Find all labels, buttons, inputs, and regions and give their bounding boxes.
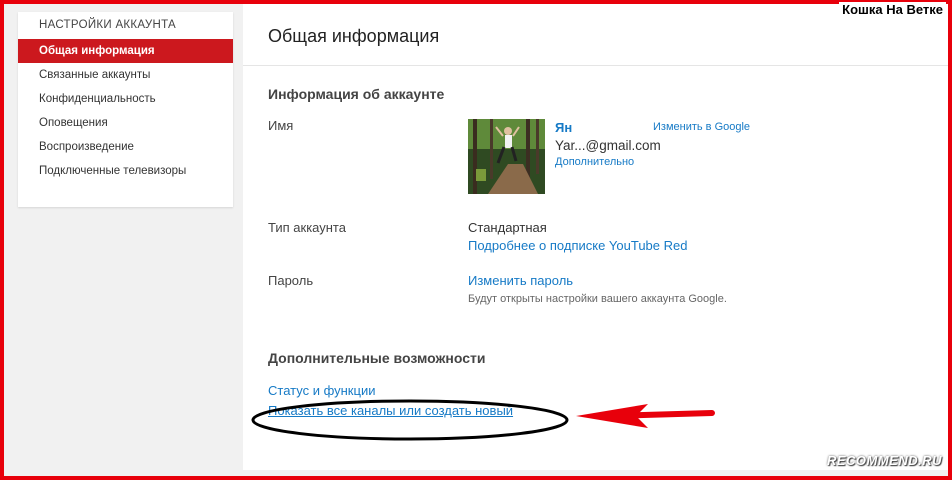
watermark-bottom: RECOMMEND.RU: [826, 453, 942, 468]
main-panel: Общая информация Информация об аккаунте …: [243, 0, 952, 470]
page-title: Общая информация: [268, 26, 440, 46]
sidebar-item-notifications[interactable]: Оповещения: [18, 111, 233, 135]
sidebar-item-general[interactable]: Общая информация: [18, 39, 233, 63]
more-link[interactable]: Дополнительно: [555, 156, 634, 168]
avatar: [468, 119, 545, 194]
channels-link[interactable]: Показать все каналы или создать новый: [268, 403, 513, 418]
sidebar-item-connected-tvs[interactable]: Подключенные телевизоры: [18, 159, 233, 183]
sidebar-item-connected-accounts[interactable]: Связанные аккаунты: [18, 63, 233, 87]
account-type-value: Стандартная: [468, 220, 547, 235]
password-note: Будут открыты настройки вашего аккаунта …: [468, 293, 727, 305]
status-features-link[interactable]: Статус и функции: [268, 383, 375, 398]
password-label: Пароль: [268, 273, 314, 288]
extra-features-heading: Дополнительные возможности: [268, 350, 486, 366]
account-email: Yar...@gmail.com: [555, 138, 661, 153]
sidebar-title: НАСТРОЙКИ АККАУНТА: [39, 19, 177, 31]
account-info-heading: Информация об аккаунте: [268, 86, 445, 102]
avatar-photo-icon: [468, 119, 545, 194]
settings-sidebar: НАСТРОЙКИ АККАУНТА Общая информация Связ…: [18, 12, 233, 207]
youtube-red-link[interactable]: Подробнее о подписке YouTube Red: [468, 238, 687, 253]
change-password-link[interactable]: Изменить пароль: [468, 273, 573, 288]
name-label: Имя: [268, 118, 294, 133]
account-type-label: Тип аккаунта: [268, 220, 346, 235]
change-in-google-link[interactable]: Изменить в Google: [653, 121, 750, 133]
sidebar-item-privacy[interactable]: Конфиденциальность: [18, 87, 233, 111]
watermark-top: Кошка На Ветке: [839, 2, 946, 17]
account-name-link[interactable]: Ян: [555, 120, 572, 135]
sidebar-item-playback[interactable]: Воспроизведение: [18, 135, 233, 159]
